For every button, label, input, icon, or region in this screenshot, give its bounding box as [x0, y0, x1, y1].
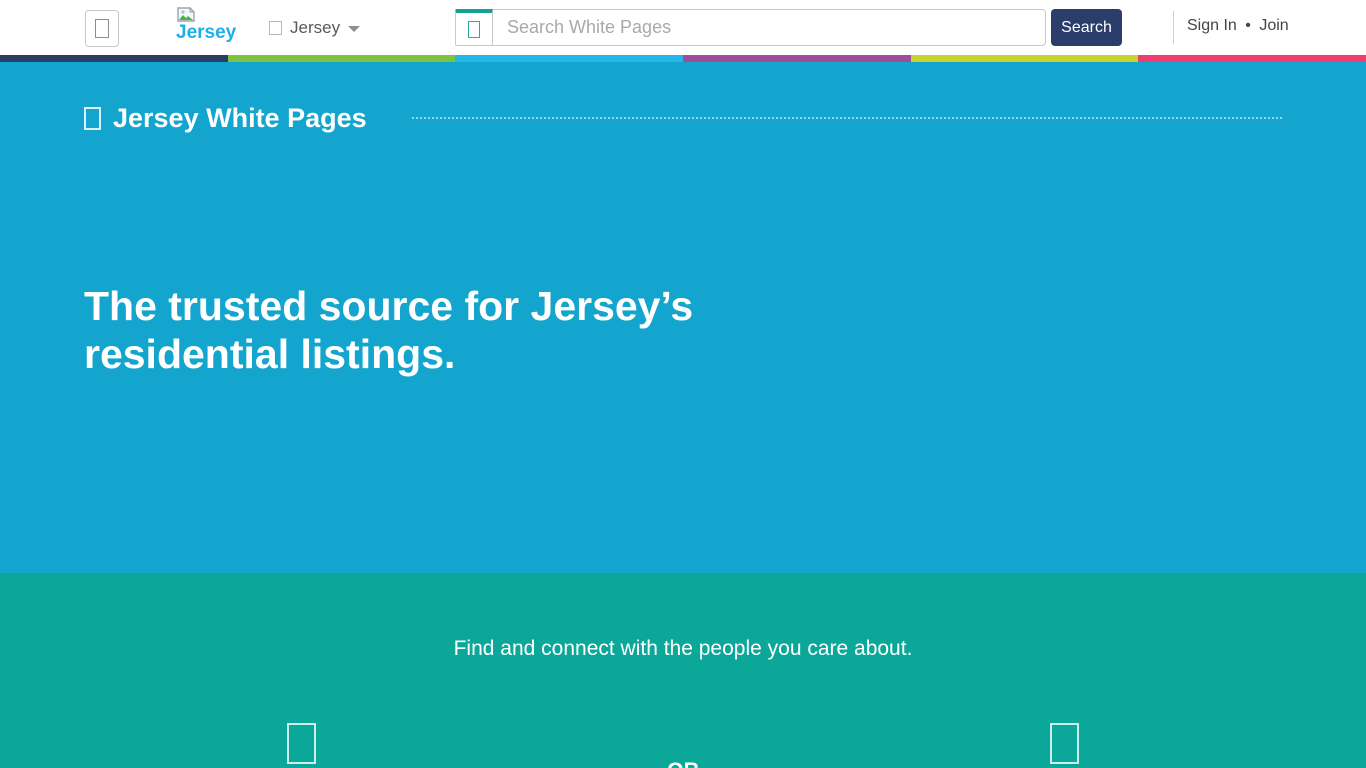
- logo-label: Jersey: [176, 23, 236, 43]
- stripe-segment: [228, 55, 456, 62]
- brand-color-stripe: [0, 55, 1366, 62]
- stripe-segment: [0, 55, 228, 62]
- broken-image-icon: [177, 7, 195, 22]
- site-logo[interactable]: Jersey: [176, 7, 236, 43]
- hero-section: Jersey White Pages The trusted source fo…: [0, 62, 1366, 573]
- person-search-icon: [287, 723, 316, 764]
- sign-in-link[interactable]: Sign In: [1187, 17, 1237, 34]
- headline-line: residential listings.: [84, 330, 693, 378]
- auth-separator: •: [1237, 17, 1260, 34]
- connect-section: Find and connect with the people you car…: [0, 573, 1366, 768]
- auth-links: Sign In • Join: [1187, 17, 1289, 35]
- white-pages-icon: [84, 107, 101, 130]
- flag-icon: [269, 21, 282, 35]
- menu-button[interactable]: [85, 10, 119, 47]
- region-label: Jersey: [290, 18, 340, 38]
- header-divider: [1173, 11, 1174, 44]
- stripe-segment: [911, 55, 1139, 62]
- chevron-down-icon: [348, 26, 360, 32]
- dotted-divider: [412, 117, 1282, 119]
- search-category-button[interactable]: [455, 9, 493, 46]
- join-link[interactable]: Join: [1259, 17, 1288, 34]
- menu-icon: [95, 19, 109, 38]
- hero-headline: The trusted source for Jersey’s resident…: [84, 282, 693, 378]
- top-navbar: Jersey Jersey Search Sign In • Join: [0, 0, 1366, 55]
- or-label: OR: [0, 759, 1366, 768]
- connect-tagline: Find and connect with the people you car…: [0, 637, 1366, 661]
- search-bar: Search: [455, 9, 1122, 46]
- hero-title-row: Jersey White Pages: [84, 103, 367, 134]
- stripe-segment: [1138, 55, 1366, 62]
- page: Jersey Jersey Search Sign In • Join: [0, 0, 1366, 768]
- headline-line: The trusted source for Jersey’s: [84, 282, 693, 330]
- search-category-icon: [468, 21, 480, 38]
- stripe-segment: [455, 55, 683, 62]
- region-selector-dropdown[interactable]: Jersey: [269, 16, 360, 40]
- section-title: Jersey White Pages: [113, 103, 367, 134]
- search-input[interactable]: [493, 9, 1046, 46]
- search-button[interactable]: Search: [1051, 9, 1122, 46]
- reverse-lookup-icon: [1050, 723, 1079, 764]
- stripe-segment: [683, 55, 911, 62]
